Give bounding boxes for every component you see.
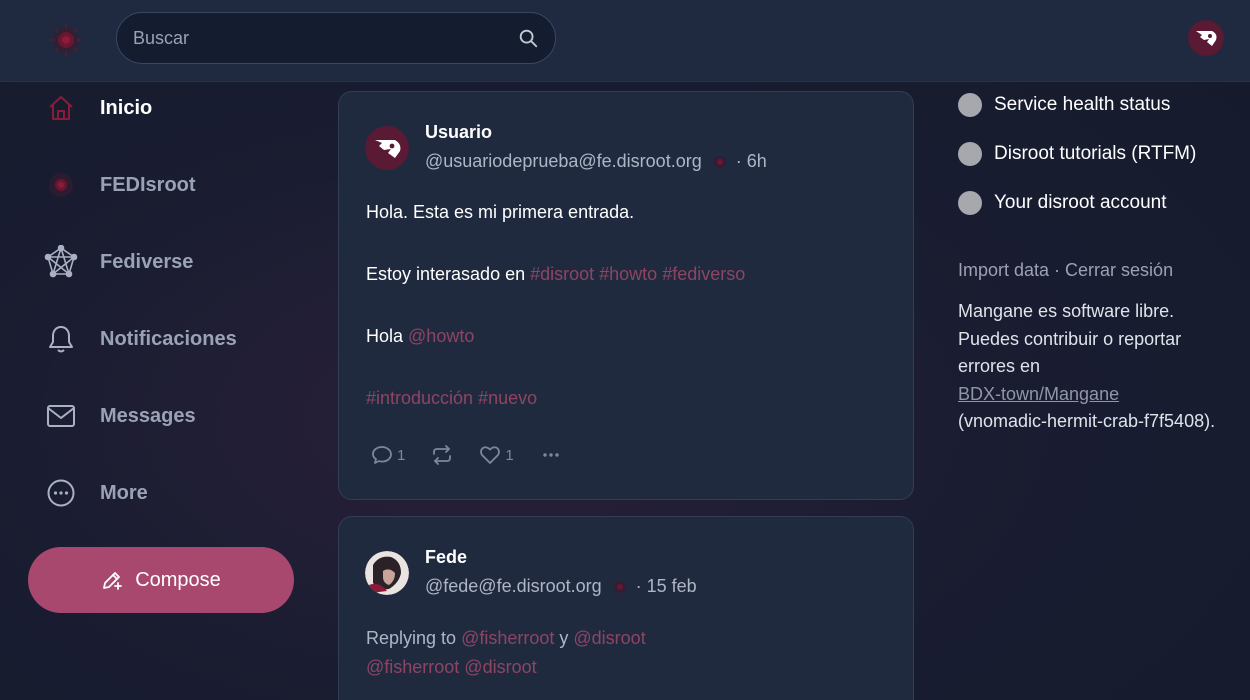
avatar[interactable]: [365, 126, 409, 170]
compose-label: Compose: [135, 568, 221, 591]
sidebar-nav: Inicio FEDIsroot Fediverse Notificacione…: [0, 82, 320, 700]
reply-count: 1: [397, 446, 406, 464]
avatar[interactable]: [365, 551, 409, 595]
heart-icon: [480, 446, 501, 464]
link-service-health[interactable]: Service health status: [958, 90, 1170, 120]
home-icon: [49, 96, 73, 120]
hashtag-links[interactable]: #disroot #howto #fediverso: [530, 264, 745, 284]
repost-icon: [433, 445, 452, 465]
post-text: Estoy interasado en #disroot #howto #fed…: [366, 264, 746, 284]
post-time[interactable]: · 15 feb: [636, 576, 697, 597]
link-icon: [958, 191, 982, 215]
link-icon: [958, 142, 982, 166]
link-disroot-account[interactable]: Your disroot account: [958, 188, 1167, 218]
display-name[interactable]: Fede: [425, 547, 467, 568]
import-data-link[interactable]: Import data: [958, 260, 1049, 280]
sidebar-item-label: Notificaciones: [100, 327, 237, 350]
fedisroot-icon: [713, 155, 726, 168]
mention-links[interactable]: @fisherroot @disroot: [366, 657, 537, 678]
post-time[interactable]: · 6h: [736, 151, 767, 172]
more-icon: [47, 479, 75, 507]
sidebar-item-label: More: [100, 481, 148, 504]
reply-button[interactable]: 1: [371, 444, 405, 466]
fedisroot-icon: [49, 173, 73, 197]
sidebar-item-label: FEDIsroot: [100, 173, 196, 196]
post-actions: 1 1: [371, 444, 588, 466]
repo-link[interactable]: BDX-town/Mangane: [958, 384, 1119, 404]
about-text: Mangane es software libre. Puedes contri…: [958, 301, 1216, 431]
search-icon[interactable]: [517, 27, 539, 49]
compose-button[interactable]: Compose: [28, 547, 294, 613]
top-bar: [0, 0, 1250, 82]
fedisroot-logo-icon[interactable]: [46, 20, 86, 60]
display-name[interactable]: Usuario: [425, 122, 492, 143]
sidebar-item-label: Inicio: [100, 96, 153, 119]
post-text: Hola @howto: [366, 326, 475, 346]
status-card[interactable]: Fede @fede@fe.disroot.org · 15 feb Reply…: [338, 516, 914, 700]
post-meta: @fede@fe.disroot.org · 15 feb: [425, 576, 697, 597]
bell-icon: [49, 326, 73, 353]
search-input[interactable]: [133, 13, 503, 63]
mail-icon: [47, 405, 75, 427]
replying-to: Replying to @fisherroot y @disroot: [366, 628, 646, 648]
ellipsis-icon: [542, 453, 559, 457]
sidebar-item-fediverse[interactable]: Fediverse: [44, 237, 304, 287]
reply-icon: [372, 446, 392, 464]
mention-link[interactable]: @disroot: [573, 628, 645, 648]
sidebar-item-inicio[interactable]: Inicio: [44, 83, 304, 133]
sidebar-item-notificaciones[interactable]: Notificaciones: [44, 314, 304, 364]
link-disroot-tutorials[interactable]: Disroot tutorials (RTFM): [958, 139, 1196, 169]
fedisroot-icon: [613, 580, 626, 593]
status-card[interactable]: Usuario @usuariodeprueba@fe.disroot.org …: [338, 91, 914, 500]
logout-link[interactable]: Cerrar sesión: [1065, 260, 1173, 280]
mention-link[interactable]: @fisherroot: [461, 628, 554, 648]
link-label: Your disroot account: [994, 192, 1167, 213]
like-count: 1: [505, 446, 514, 464]
sidebar-item-fedisroot[interactable]: FEDIsroot: [44, 160, 304, 210]
pencil-plus-icon: [103, 572, 123, 590]
link-icon: [958, 93, 982, 117]
more-options-button[interactable]: [540, 444, 562, 466]
version-text: (vnomadic-hermit-crab-f7f5408).: [958, 411, 1216, 431]
sidebar-item-more[interactable]: More: [44, 468, 304, 518]
link-label: Disroot tutorials (RTFM): [994, 143, 1197, 164]
repost-button[interactable]: [431, 444, 453, 466]
user-avatar[interactable]: [1188, 20, 1224, 56]
search-box[interactable]: [116, 12, 556, 64]
mention-link[interactable]: @howto: [408, 326, 474, 346]
post-text: Hola. Esta es mi primera entrada.: [366, 202, 635, 222]
link-label: Service health status: [994, 94, 1171, 115]
footer-links: Import data · Cerrar sesión: [958, 260, 1174, 280]
like-button[interactable]: 1: [479, 444, 514, 466]
post-meta: @usuariodeprueba@fe.disroot.org · 6h: [425, 151, 767, 172]
fediverse-icon: [44, 245, 78, 278]
sidebar-item-label: Fediverse: [100, 250, 194, 273]
sidebar-item-messages[interactable]: Messages: [44, 391, 304, 441]
account-handle[interactable]: @usuariodeprueba@fe.disroot.org: [425, 151, 702, 172]
account-handle[interactable]: @fede@fe.disroot.org: [425, 576, 602, 597]
sidebar-item-label: Messages: [100, 404, 196, 427]
hashtag-links[interactable]: #introducción #nuevo: [366, 388, 537, 409]
